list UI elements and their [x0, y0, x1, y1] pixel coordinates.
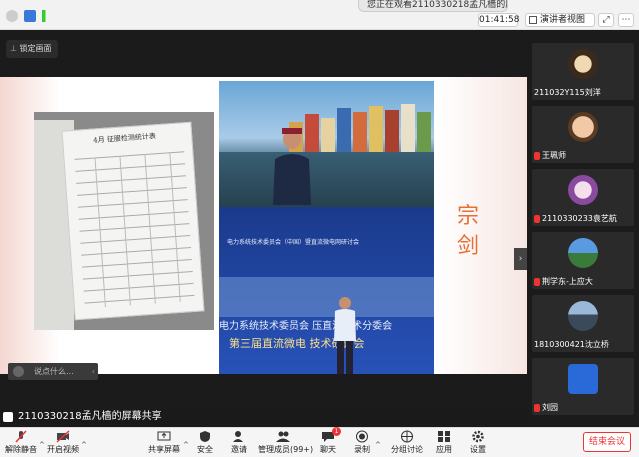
shield-icon: [198, 430, 212, 443]
mic-muted-icon: [534, 214, 540, 223]
record-button[interactable]: 录制: [352, 430, 372, 456]
chevron-up-icon[interactable]: ^: [39, 441, 45, 449]
start-video-button[interactable]: 开启视频: [46, 430, 80, 456]
top-bar: 您正在观看2110330218孟凡樯的屏幕 01:41:58 演讲者视图 ⤢ ⋯: [0, 0, 639, 30]
mic-muted-icon: [534, 151, 540, 160]
participant-tile[interactable]: 2110330233袁艺航: [532, 169, 634, 226]
participant-tile[interactable]: 荆学东-上应大: [532, 232, 634, 289]
manage-members-button[interactable]: 管理成员(99+): [258, 430, 313, 456]
screen-share-icon: [3, 412, 13, 422]
document-photo: 4月 征服检测统计表: [34, 112, 214, 330]
avatar: [568, 175, 598, 205]
breakout-rooms-label: 分组讨论: [391, 445, 423, 454]
start-video-label: 开启视频: [47, 445, 79, 454]
mic-muted-icon: [534, 403, 540, 412]
mic-muted-icon: [14, 430, 28, 443]
mic-muted-icon: [534, 277, 540, 286]
invite-button[interactable]: 邀请: [228, 430, 250, 456]
shield-icon[interactable]: [24, 10, 36, 22]
screen-share-text: 2110330218孟凡樯的屏幕共享: [18, 411, 162, 422]
end-meeting-button[interactable]: 结束会议: [583, 432, 631, 452]
apps-label: 应用: [436, 445, 452, 454]
share-screen-button[interactable]: 共享屏幕: [146, 430, 182, 456]
chevron-up-icon[interactable]: ^: [81, 441, 87, 449]
emoji-icon[interactable]: [13, 366, 24, 377]
statistics-sheet: 4月 征服检测统计表: [61, 121, 205, 321]
settings-button[interactable]: 设置: [468, 430, 488, 456]
banner-line-2: 电力系统技术委员会 压直流技术分委会: [219, 321, 393, 332]
participant-name: 荆学东-上应大: [534, 276, 593, 287]
unmute-label: 解除静音: [5, 445, 37, 454]
chevron-left-icon[interactable]: ‹: [92, 363, 95, 380]
chat-placeholder: 说点什么...: [34, 367, 74, 376]
banner-line-1: 电力系统技术委员会（中国）暨直流微电网研讨会: [227, 239, 360, 246]
participant-name: 2110330233袁艺航: [534, 213, 617, 224]
participant-tile[interactable]: 刘园: [532, 358, 634, 415]
gear-icon: [471, 430, 485, 443]
record-label: 录制: [354, 445, 370, 454]
invite-label: 邀请: [231, 445, 247, 454]
breakout-icon: [400, 430, 414, 443]
lock-view-label: 锁定画面: [19, 44, 52, 53]
chevron-up-icon[interactable]: ^: [183, 441, 189, 449]
chevron-up-icon[interactable]: ^: [375, 441, 381, 449]
avatar: [568, 112, 598, 142]
avatar: [568, 49, 598, 79]
participant-name: 211032Y115刘洋: [534, 88, 601, 97]
security-button[interactable]: 安全: [194, 430, 216, 456]
screen-share-label: 2110330218孟凡樯的屏幕共享: [0, 410, 170, 424]
meeting-toolbar: 解除静音 ^ 开启视频 ^ 共享屏幕 ^ 安全 邀请 管理成员(99+) 1 聊…: [0, 427, 639, 457]
apps-grid-icon: [437, 430, 451, 443]
chat-icon: 1: [321, 427, 341, 443]
participant-name: 刘园: [534, 402, 558, 413]
meeting-timer: 01:41:58: [478, 13, 520, 27]
chat-input[interactable]: 说点什么... ‹: [8, 363, 98, 380]
sheet-title: 4月 征服检测统计表: [93, 132, 157, 145]
avatar: [568, 364, 598, 394]
manage-members-label: 管理成员(99+): [258, 445, 314, 454]
collapse-sidebar-button[interactable]: ›: [514, 248, 527, 270]
slide-side-title: 宗剑: [456, 204, 479, 259]
share-screen-label: 共享屏幕: [148, 445, 180, 454]
more-button[interactable]: ⋯: [618, 13, 634, 27]
unmute-button[interactable]: 解除静音: [4, 430, 38, 456]
signal-icon[interactable]: [42, 10, 54, 22]
shared-screen-stage: ⊥ 锁定画面 4月 征服检测统计表 电力系统技术委员会（中国）暨直流微电网研讨会…: [0, 30, 527, 410]
view-mode-button[interactable]: 演讲者视图: [525, 13, 595, 27]
speaker-figure: [334, 297, 356, 374]
chat-badge: 1: [332, 427, 341, 436]
video-off-icon: [56, 430, 70, 443]
participant-tile[interactable]: 王珮师: [532, 106, 634, 163]
person-figure: [273, 128, 311, 205]
presentation-slide: 4月 征服检测统计表 电力系统技术委员会（中国）暨直流微电网研讨会 电力系统技术…: [0, 77, 527, 374]
chat-label: 聊天: [320, 445, 336, 454]
share-screen-icon: [157, 430, 171, 443]
lock-view-button[interactable]: ⊥ 锁定画面: [6, 40, 58, 58]
grid-icon: [529, 16, 537, 24]
breakout-rooms-button[interactable]: 分组讨论: [390, 430, 424, 456]
conference-photo: 电力系统技术委员会（中国）暨直流微电网研讨会 电力系统技术委员会 压直流技术分委…: [219, 207, 434, 374]
settings-label: 设置: [470, 445, 486, 454]
harbor-photo: [219, 81, 434, 207]
participant-name: 1810300421沈立桥: [534, 340, 609, 349]
security-label: 安全: [197, 445, 213, 454]
chat-button[interactable]: 1 聊天: [318, 427, 341, 456]
participant-tile[interactable]: 1810300421沈立桥: [532, 295, 634, 352]
add-user-icon: [232, 430, 246, 443]
participant-tile[interactable]: 211032Y115刘洋: [532, 43, 634, 100]
fullscreen-button[interactable]: ⤢: [598, 13, 614, 27]
viewing-banner: 您正在观看2110330218孟凡樯的屏幕: [358, 0, 508, 12]
members-icon: [276, 430, 290, 443]
record-icon: [355, 430, 369, 443]
participant-name: 王珮师: [534, 150, 566, 161]
pin-icon: ⊥: [10, 44, 20, 53]
participant-sidebar: 211032Y115刘洋 王珮师 2110330233袁艺航 荆学东-上应大 1…: [527, 30, 639, 427]
apps-button[interactable]: 应用: [434, 430, 454, 456]
view-mode-label: 演讲者视图: [540, 15, 586, 25]
avatar: [568, 301, 598, 331]
info-icon[interactable]: [6, 10, 18, 22]
avatar: [568, 238, 598, 268]
